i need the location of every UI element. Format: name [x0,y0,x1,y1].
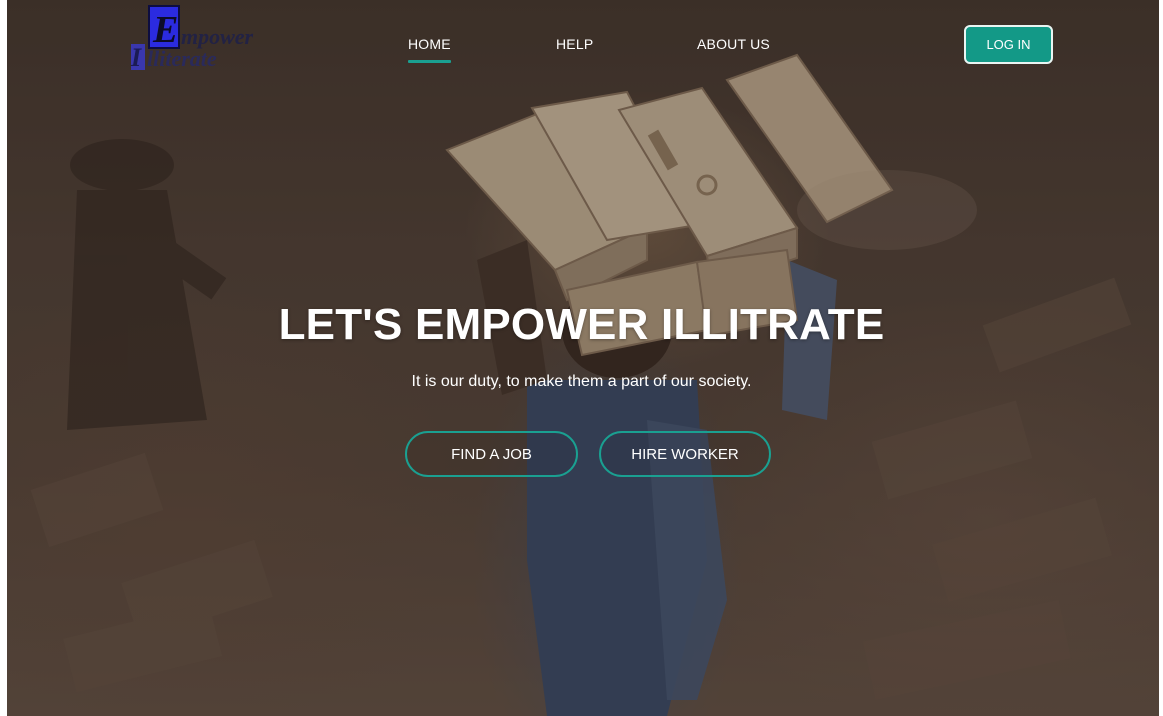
empower-illiterate-logo[interactable]: E mpower I lliterate [127,4,287,72]
hire-worker-button[interactable]: HIRE WORKER [599,431,771,477]
hero-subtitle: It is our duty, to make them a part of o… [411,373,752,390]
hero-section [7,0,1159,716]
logo-mark: E mpower I lliterate [130,5,254,72]
hero-dark-overlay [7,0,1159,716]
logo-letter-e: E [152,9,178,51]
logo-text-line2: lliterate [147,46,217,70]
hero-title: LET'S EMPOWER ILLITRATE [278,300,885,349]
find-a-job-button[interactable]: FIND A JOB [405,431,578,477]
login-button[interactable]: LOG IN [964,25,1053,64]
nav-help-link[interactable]: HELP [556,36,593,52]
nav-active-indicator [408,60,451,63]
logo-letter-i: I [130,43,142,70]
nav-home-link[interactable]: HOME [408,36,451,52]
nav-about-us-link[interactable]: ABOUT US [697,36,770,52]
